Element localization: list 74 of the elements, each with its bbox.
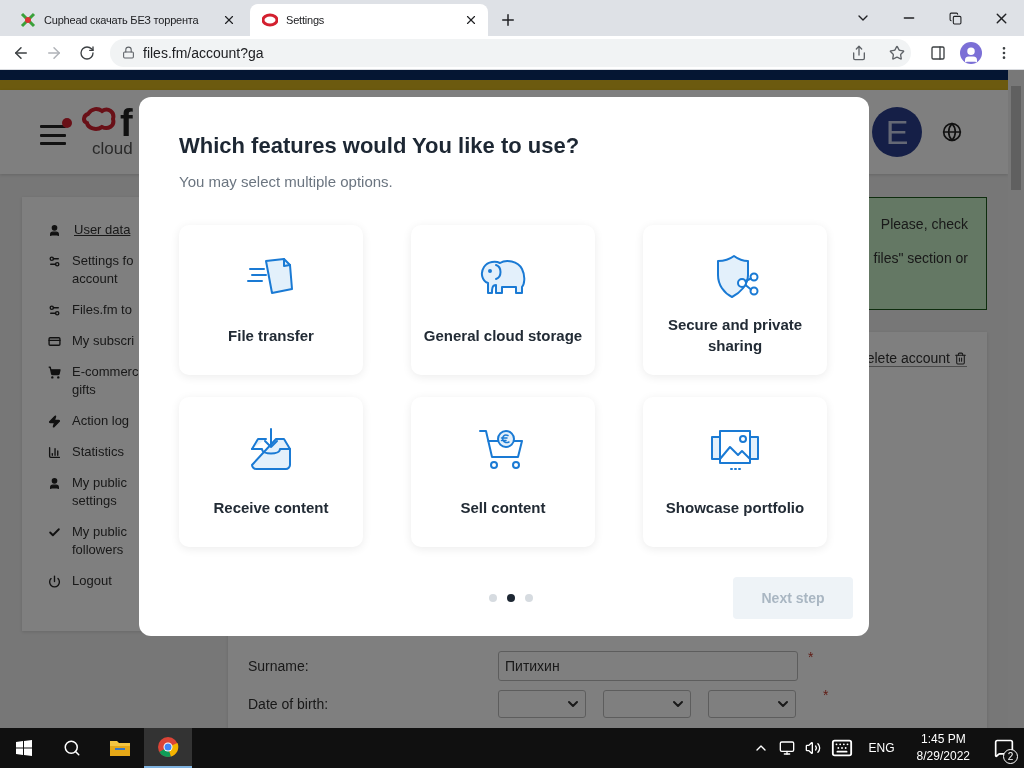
sidebar-link[interactable]: Files.fm to [72,301,132,319]
address-bar[interactable]: files.fm/account?ga [110,38,911,67]
page-dot[interactable] [489,594,497,602]
notice-text: Please, check [880,216,968,232]
user-icon [48,476,61,490]
checkmark-icon [48,525,61,539]
network-icon[interactable] [778,740,795,756]
cloud-logo-icon [82,106,116,132]
trash-icon [954,351,967,365]
browser-tab[interactable]: Cuphead скачать БЕЗ торрента [8,4,246,36]
folder-icon [109,739,131,757]
chrome-taskbar-button[interactable] [144,728,192,768]
profile-avatar[interactable] [960,41,982,64]
notifications-icon[interactable] [994,738,1014,758]
language-indicator[interactable]: ENG [868,741,895,755]
browser-tab[interactable]: Settings [250,4,488,36]
chrome-logo-icon [157,736,179,758]
surname-field[interactable]: Питихин [498,651,798,681]
settings-icon [48,254,61,268]
sidebar-link[interactable]: Statistics [72,443,124,461]
clock-date: 8/29/2022 [916,748,970,765]
logo-text: f [120,106,133,140]
page-dot[interactable] [507,594,515,602]
cloud-logo-icon [262,12,278,28]
feature-option-card[interactable]: Secure and private sharing [643,225,827,375]
share-icon[interactable] [851,44,867,61]
notification-count: 2 [1003,749,1018,764]
sidebar-link[interactable]: E-commerc gifts [72,363,139,399]
modal-subtitle: You may select multiple options. [179,173,394,190]
power-icon [48,574,61,588]
sidebar-link[interactable]: Action log [72,412,130,430]
reload-icon[interactable] [79,44,95,61]
crossed-swords-icon [20,12,36,28]
volume-icon[interactable] [804,740,821,756]
page-dot[interactable] [525,594,533,602]
bolt-icon [48,414,61,428]
bar-chart-icon [48,445,61,459]
required-mark: * [823,687,829,703]
logo-tagline: cloud [92,140,133,158]
close-icon[interactable] [222,13,236,27]
modal-title: Which features would You like to use? [179,133,581,159]
sidebar-link[interactable]: My public followers [72,523,127,559]
new-tab-icon[interactable] [499,11,517,29]
side-panel-icon[interactable] [930,44,946,61]
feature-option-card[interactable]: Sell content [411,397,595,547]
credit-card-icon [48,334,61,348]
notice-text: files" section or [873,250,968,266]
keyboard-icon[interactable] [830,737,853,759]
feature-option-card[interactable]: File transfer [179,225,363,375]
star-icon[interactable] [889,44,905,61]
clock-time: 1:45 PM [920,731,966,748]
sidebar-link[interactable]: My subscri [72,332,135,350]
restore-icon[interactable] [948,11,962,25]
feature-option-card[interactable]: Receive content [179,397,363,547]
feature-option-card[interactable]: Showcase portfolio [643,397,827,547]
sidebar-link[interactable]: Settings fo account [72,252,134,288]
search-icon[interactable] [63,739,81,757]
windows-logo-icon [16,740,32,756]
sidebar-link[interactable]: My public settings [72,474,127,510]
language-globe-icon[interactable] [942,122,962,142]
user-icon [962,45,980,64]
sidebar-link[interactable]: User data [74,221,131,239]
user-icon [48,223,61,237]
field-label: Date of birth: [248,696,330,712]
user-avatar[interactable]: E [872,107,922,157]
close-icon[interactable] [464,13,478,27]
field-label: Surname: [248,658,310,674]
hamburger-menu-icon[interactable] [40,118,72,146]
sidebar-link[interactable]: Logout [72,572,112,590]
cart-icon [48,365,61,379]
feature-option-card[interactable]: General cloud storage [411,225,595,375]
lock-icon [122,46,135,59]
settings-icon [48,303,61,317]
required-mark: * [808,649,814,665]
